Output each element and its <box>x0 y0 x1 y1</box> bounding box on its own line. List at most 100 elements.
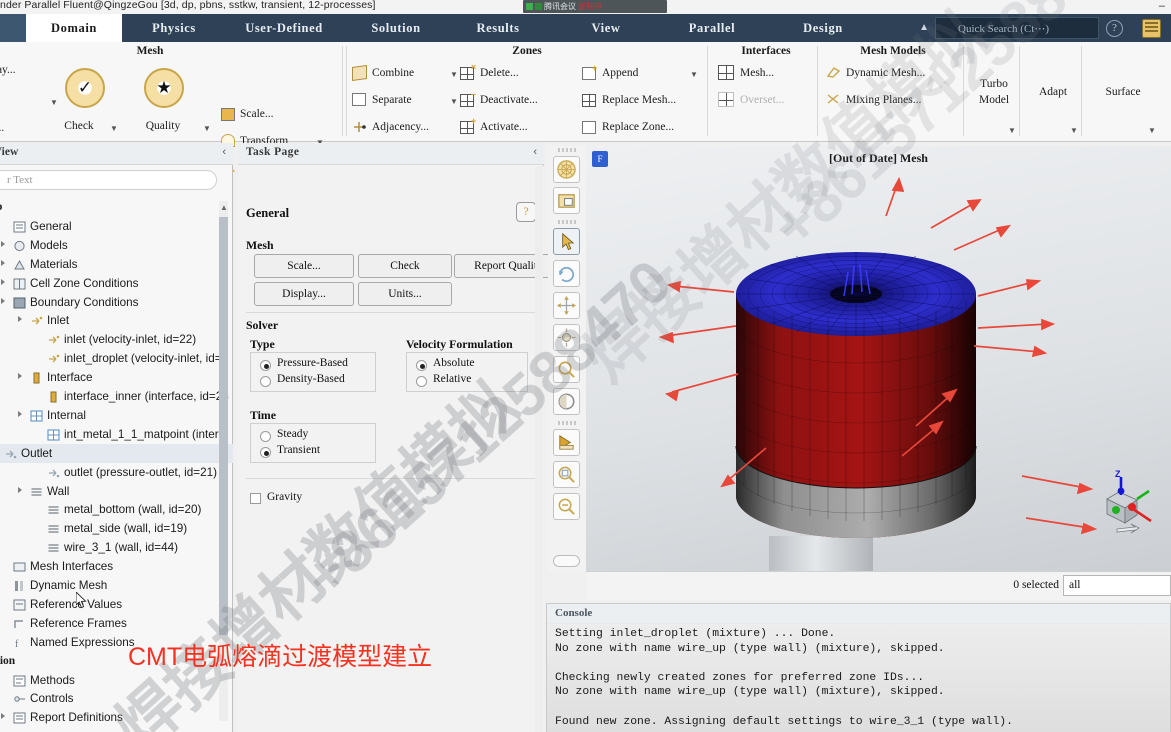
documentation-icon[interactable] <box>1142 19 1161 38</box>
check-chevron-down-icon[interactable]: ▼ <box>110 124 118 133</box>
display-button[interactable]: Display... <box>254 282 354 306</box>
outline-scroll-thumb[interactable] <box>219 217 228 635</box>
contour-icon[interactable] <box>553 429 580 456</box>
rotate-icon[interactable] <box>553 260 580 287</box>
selection-filter-combo[interactable]: all <box>1063 575 1171 596</box>
zoom-icon[interactable] <box>553 356 580 383</box>
scale-button[interactable]: Scale... <box>240 108 274 120</box>
adapt-chevron-down-icon[interactable]: ▼ <box>1070 126 1078 135</box>
ribbon-file-cap[interactable] <box>0 14 26 42</box>
box-display-icon[interactable] <box>553 187 580 214</box>
tab-physics[interactable]: Physics <box>128 14 220 42</box>
append-icon: + <box>582 64 597 80</box>
tab-domain[interactable]: Domain <box>26 14 122 42</box>
tree-item-label: Cell Zone Conditions <box>30 276 139 290</box>
tree-twisty-icon[interactable] <box>1 713 5 720</box>
toolbar-drag-handle[interactable] <box>558 148 576 152</box>
scale-button[interactable]: Scale... <box>254 254 354 278</box>
recorder-app-name: 腾讯会议 <box>544 2 576 11</box>
mesh-units-item[interactable]: ts... <box>0 122 4 134</box>
tree-twisty-icon[interactable] <box>18 410 22 417</box>
separate-chevron-down-icon[interactable]: ▼ <box>450 97 458 106</box>
tree-twisty-icon[interactable] <box>18 316 22 323</box>
check-icon[interactable]: ✓ <box>65 68 105 108</box>
solver-section-label: Solver <box>246 318 279 332</box>
task-help-icon[interactable]: ? <box>516 202 536 222</box>
tree-twisty-icon[interactable] <box>1 240 5 247</box>
replace-zone-button[interactable]: Replace Zone... <box>602 121 674 133</box>
delete-zone-button[interactable]: Delete... <box>480 67 519 79</box>
report-quality-button[interactable]: Report Quality <box>454 254 562 278</box>
console-output[interactable]: Setting inlet_droplet (mixture) ... Done… <box>547 624 1170 732</box>
task-page-scrollbar[interactable] <box>535 166 543 732</box>
tree-twisty-icon[interactable] <box>1 297 5 304</box>
zoom-to-fit-icon[interactable] <box>553 461 580 488</box>
tree-twisty-icon[interactable] <box>1 259 5 266</box>
zoom-out-icon[interactable] <box>553 493 580 520</box>
tree-twisty-icon[interactable] <box>1 278 5 285</box>
tab-user-defined[interactable]: User-Defined <box>220 14 348 42</box>
svg-text:Z: Z <box>1115 469 1121 479</box>
tab-results[interactable]: Results <box>450 14 546 42</box>
append-button[interactable]: Append <box>602 67 638 79</box>
quality-icon[interactable]: ★ <box>144 68 184 108</box>
ribbon-group-surface: Surface ▼ <box>1086 42 1166 142</box>
adjacency-button[interactable]: Adjacency... <box>372 121 429 133</box>
mixing-planes-button[interactable]: Mixing Planes... <box>846 94 921 106</box>
replace-mesh-button[interactable]: Replace Mesh... <box>602 94 676 106</box>
help-icon[interactable]: ? <box>1106 20 1123 37</box>
tree-item-label: metal_bottom (wall, id=20) <box>64 503 202 517</box>
select-pointer-icon[interactable] <box>553 228 580 255</box>
axis-triad: Z <box>1106 469 1152 534</box>
outline-filter-input[interactable]: r Text <box>0 170 217 190</box>
pan-icon[interactable] <box>553 292 580 319</box>
deactivate-zone-button[interactable]: Deactivate... <box>480 94 538 106</box>
activate-zone-button[interactable]: Activate... <box>480 121 528 133</box>
tree-item-label: outlet (pressure-outlet, id=21) <box>64 465 217 479</box>
surface-button[interactable]: Surface <box>1086 86 1160 98</box>
tree-item-label: int_metal_1_1_matpoint (interio <box>64 427 228 441</box>
mesh-interface-icon <box>718 65 734 80</box>
general-icon <box>13 220 26 233</box>
surface-chevron-down-icon[interactable]: ▼ <box>1148 126 1156 135</box>
quick-search-input[interactable]: Quick Search (Ct⋯) <box>935 17 1099 39</box>
ribbon-collapse-icon[interactable]: ▲ <box>919 22 929 33</box>
tree-item-label: Outlet <box>21 446 53 460</box>
combine-chevron-down-icon[interactable]: ▼ <box>450 70 458 79</box>
tab-parallel[interactable]: Parallel <box>660 14 764 42</box>
graphics-viewport[interactable]: F [Out of Date] Mesh Z <box>586 146 1171 571</box>
quality-button[interactable]: Quality <box>124 120 202 132</box>
append-chevron-down-icon[interactable]: ▼ <box>690 70 698 79</box>
units-button[interactable]: Units... <box>358 282 452 306</box>
quality-chevron-down-icon[interactable]: ▼ <box>203 124 211 133</box>
tab-design[interactable]: Design <box>776 14 870 42</box>
lighting-icon[interactable] <box>553 388 580 415</box>
scroll-up-icon[interactable]: ▲ <box>220 203 228 212</box>
orbit-icon[interactable] <box>553 324 580 351</box>
tree-twisty-icon[interactable] <box>18 486 22 493</box>
check-button[interactable]: Check <box>46 120 112 132</box>
check-button[interactable]: Check <box>358 254 452 278</box>
combine-button[interactable]: Combine <box>372 67 414 79</box>
mesh-interface-button[interactable]: Mesh... <box>740 67 774 79</box>
chevron-down-icon[interactable]: ▼ <box>50 98 58 107</box>
separate-button[interactable]: Separate <box>372 94 412 106</box>
turbo-model-button-line1[interactable]: Turbo <box>968 78 1020 90</box>
radio-dot-icon <box>416 360 427 371</box>
turbo-model-button-line2[interactable]: Model <box>968 94 1020 106</box>
toolbar-overflow-handle[interactable] <box>553 555 580 567</box>
outline-collapse-icon[interactable]: ‹ <box>222 146 226 158</box>
tree-item-outlet[interactable]: Outlet <box>0 443 233 463</box>
fluent-application-window: nder Parallel Fluent@QingzeGou [3d, dp, … <box>0 0 1171 732</box>
dynamic-mesh-button[interactable]: Dynamic Mesh... <box>846 67 925 79</box>
tab-solution[interactable]: Solution <box>348 14 444 42</box>
minimize-button[interactable]: – <box>1159 0 1165 12</box>
task-page-collapse-icon[interactable]: ‹ <box>533 146 537 158</box>
activate-zone-icon: + <box>460 117 476 134</box>
tab-view[interactable]: View <box>562 14 650 42</box>
turbo-chevron-down-icon[interactable]: ▼ <box>1008 126 1016 135</box>
colormap-icon[interactable] <box>553 156 580 183</box>
tree-twisty-icon[interactable] <box>18 373 22 380</box>
mesh-display-item[interactable]: play... <box>0 64 16 76</box>
adapt-button[interactable]: Adapt <box>1024 86 1082 98</box>
